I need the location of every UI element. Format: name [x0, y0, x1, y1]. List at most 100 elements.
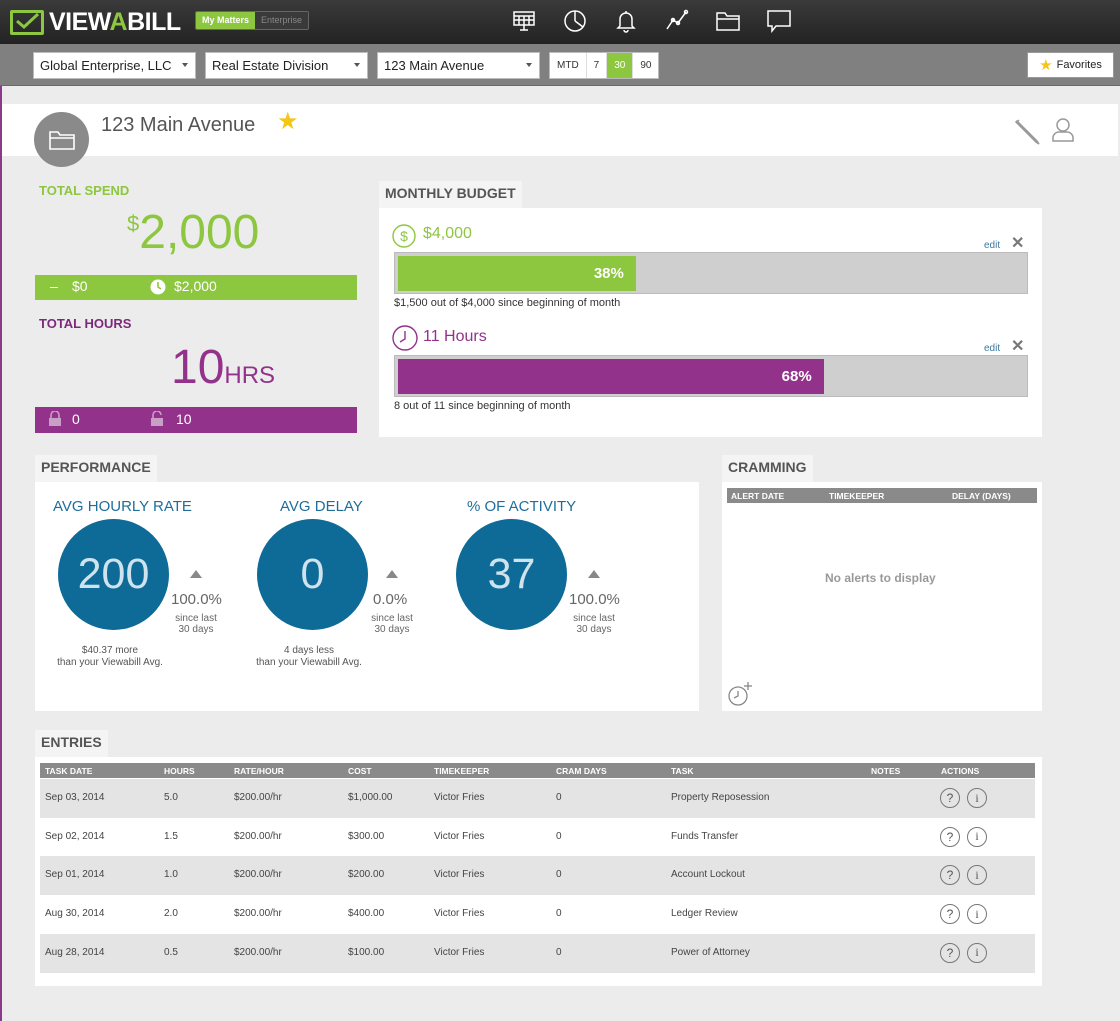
- dashboard-icon[interactable]: [510, 7, 538, 35]
- help-icon[interactable]: ?: [940, 942, 960, 963]
- folder-icon[interactable]: [714, 7, 742, 35]
- cell-timekeeper: Victor Fries: [434, 830, 485, 842]
- info-icon[interactable]: i: [967, 942, 987, 963]
- my-matters-toggle[interactable]: My Matters: [196, 12, 256, 29]
- spend-bar: – $0 $2,000: [35, 275, 357, 300]
- column-header: TIMEKEEPER: [829, 491, 885, 501]
- metric-title: AVG DELAY: [280, 498, 363, 515]
- matter-select[interactable]: 123 Main Avenue: [377, 52, 540, 79]
- help-icon[interactable]: ?: [940, 788, 960, 808]
- column-header: TIMEKEEPER: [434, 766, 490, 776]
- favorites-button[interactable]: ★ Favorites: [1027, 52, 1114, 78]
- range-mtd[interactable]: MTD: [550, 53, 587, 78]
- cell-hours: 1.0: [164, 869, 178, 881]
- favorite-star-icon[interactable]: ★: [277, 107, 299, 136]
- cell-hours: 1.5: [164, 830, 178, 842]
- division-select-value: Real Estate Division: [212, 58, 329, 73]
- metric-value: 0: [300, 550, 325, 598]
- tab-performance: PERFORMANCE: [35, 455, 157, 482]
- chat-icon[interactable]: [765, 7, 793, 35]
- range-30[interactable]: 30: [607, 53, 634, 78]
- total-spend-label: TOTAL SPEND: [39, 183, 130, 198]
- cell-cram-days: 0: [556, 869, 562, 881]
- cell-rate: $200.00/hr: [234, 830, 282, 842]
- column-header: DELAY (DAYS): [952, 491, 1011, 501]
- table-row[interactable]: Sep 01, 2014 1.0 $200.00/hr $200.00 Victor F…: [40, 856, 1035, 896]
- tab-entries: ENTRIES: [35, 730, 108, 757]
- chevron-down-icon: [354, 63, 360, 67]
- spend-left-value: $0: [72, 278, 88, 294]
- matters-toggle[interactable]: My Matters Enterprise: [195, 11, 310, 30]
- metric-change: 0.0%: [373, 591, 408, 608]
- metric-title: AVG HOURLY RATE: [53, 498, 192, 515]
- cell-task-date: Sep 01, 2014: [45, 869, 105, 881]
- info-icon[interactable]: i: [967, 826, 987, 847]
- column-header: HOURS: [164, 766, 195, 776]
- dollar-icon: $: [392, 224, 416, 253]
- column-header: ALERT DATE: [731, 491, 785, 501]
- cell-task: Account Lockout: [671, 869, 745, 881]
- enterprise-toggle[interactable]: Enterprise: [255, 12, 309, 29]
- info-icon[interactable]: i: [967, 865, 987, 886]
- hours-unit: HRS: [224, 362, 276, 389]
- info-icon[interactable]: i: [967, 904, 987, 925]
- cell-cost: $300.00: [348, 830, 385, 842]
- cell-cram-days: 0: [556, 908, 562, 920]
- help-icon[interactable]: ?: [940, 904, 960, 925]
- edit-money-budget-link[interactable]: edit: [984, 240, 1000, 251]
- time-progress-fill: 68%: [398, 359, 824, 394]
- money-budget-note: $1,500 out of $4,000 since beginning of …: [394, 297, 621, 309]
- help-icon[interactable]: ?: [940, 865, 960, 886]
- bell-icon[interactable]: [612, 7, 640, 35]
- table-row[interactable]: Sep 03, 2014 5.0 $200.00/hr $1,000.00 Victor…: [40, 779, 1035, 818]
- cell-task: Power of Attorney: [671, 946, 750, 958]
- table-row[interactable]: Sep 02, 2014 1.5 $200.00/hr $300.00 Victor F…: [40, 818, 1035, 857]
- pencil-icon[interactable]: [1013, 117, 1041, 150]
- help-icon[interactable]: ?: [940, 826, 960, 847]
- unlock-icon: [150, 410, 166, 430]
- table-row[interactable]: Aug 30, 2014 2.0 $200.00/hr $400.00 Victor F…: [40, 895, 1035, 934]
- cell-task-date: Sep 03, 2014: [45, 792, 105, 803]
- division-select[interactable]: Real Estate Division: [205, 52, 368, 79]
- cell-cost: $1,000.00: [348, 792, 393, 803]
- page-title: 123 Main Avenue: [101, 114, 256, 136]
- close-icon[interactable]: ✕: [1011, 233, 1024, 253]
- money-percent: 38%: [593, 265, 624, 282]
- close-icon[interactable]: ✕: [1011, 336, 1024, 356]
- column-header: RATE/HOUR: [234, 766, 284, 776]
- table-row[interactable]: Aug 28, 2014 0.5 $200.00/hr $100.00 Victor F…: [40, 933, 1035, 973]
- company-select[interactable]: Global Enterprise, LLC: [33, 52, 196, 79]
- pie-chart-icon[interactable]: [561, 7, 589, 35]
- add-alert-clock-icon[interactable]: [727, 681, 753, 712]
- cell-cram-days: 0: [556, 830, 562, 842]
- range-7[interactable]: 7: [587, 53, 608, 78]
- metric-value: 37: [487, 550, 536, 598]
- star-icon: ★: [1039, 57, 1053, 74]
- cell-cost: $200.00: [348, 869, 385, 881]
- money-progress-fill: 38%: [398, 256, 636, 291]
- spend-right-value: $2,000: [174, 278, 217, 294]
- column-header: NOTES: [871, 766, 901, 776]
- info-icon[interactable]: i: [967, 788, 987, 808]
- company-select-value: Global Enterprise, LLC: [40, 58, 172, 73]
- locked-hours-value: 0: [72, 411, 80, 427]
- spend-amount: 2,000: [139, 206, 260, 259]
- person-icon[interactable]: [1051, 117, 1075, 148]
- range-90[interactable]: 90: [633, 53, 658, 78]
- since-line-1: since last: [175, 613, 217, 624]
- time-progress-bar: 68%: [394, 355, 1028, 397]
- column-header: CRAM DAYS: [556, 766, 607, 776]
- line-chart-icon[interactable]: [663, 7, 691, 35]
- envelope-check-icon: [10, 10, 44, 35]
- edit-time-budget-link[interactable]: edit: [984, 343, 1000, 354]
- viewabill-logo[interactable]: VIEWABILL: [10, 9, 181, 36]
- arrow-up-icon: [386, 570, 398, 578]
- total-spend-value: $2,000: [127, 205, 259, 260]
- comparison-line-2: than your Viewabill Avg.: [256, 657, 362, 668]
- favorites-label: Favorites: [1056, 59, 1102, 71]
- cell-rate: $200.00/hr: [234, 946, 282, 958]
- cell-task: Funds Transfer: [671, 830, 739, 842]
- minus-icon: –: [50, 278, 58, 294]
- metric-value: 200: [77, 550, 150, 598]
- cell-cost: $400.00: [348, 908, 385, 920]
